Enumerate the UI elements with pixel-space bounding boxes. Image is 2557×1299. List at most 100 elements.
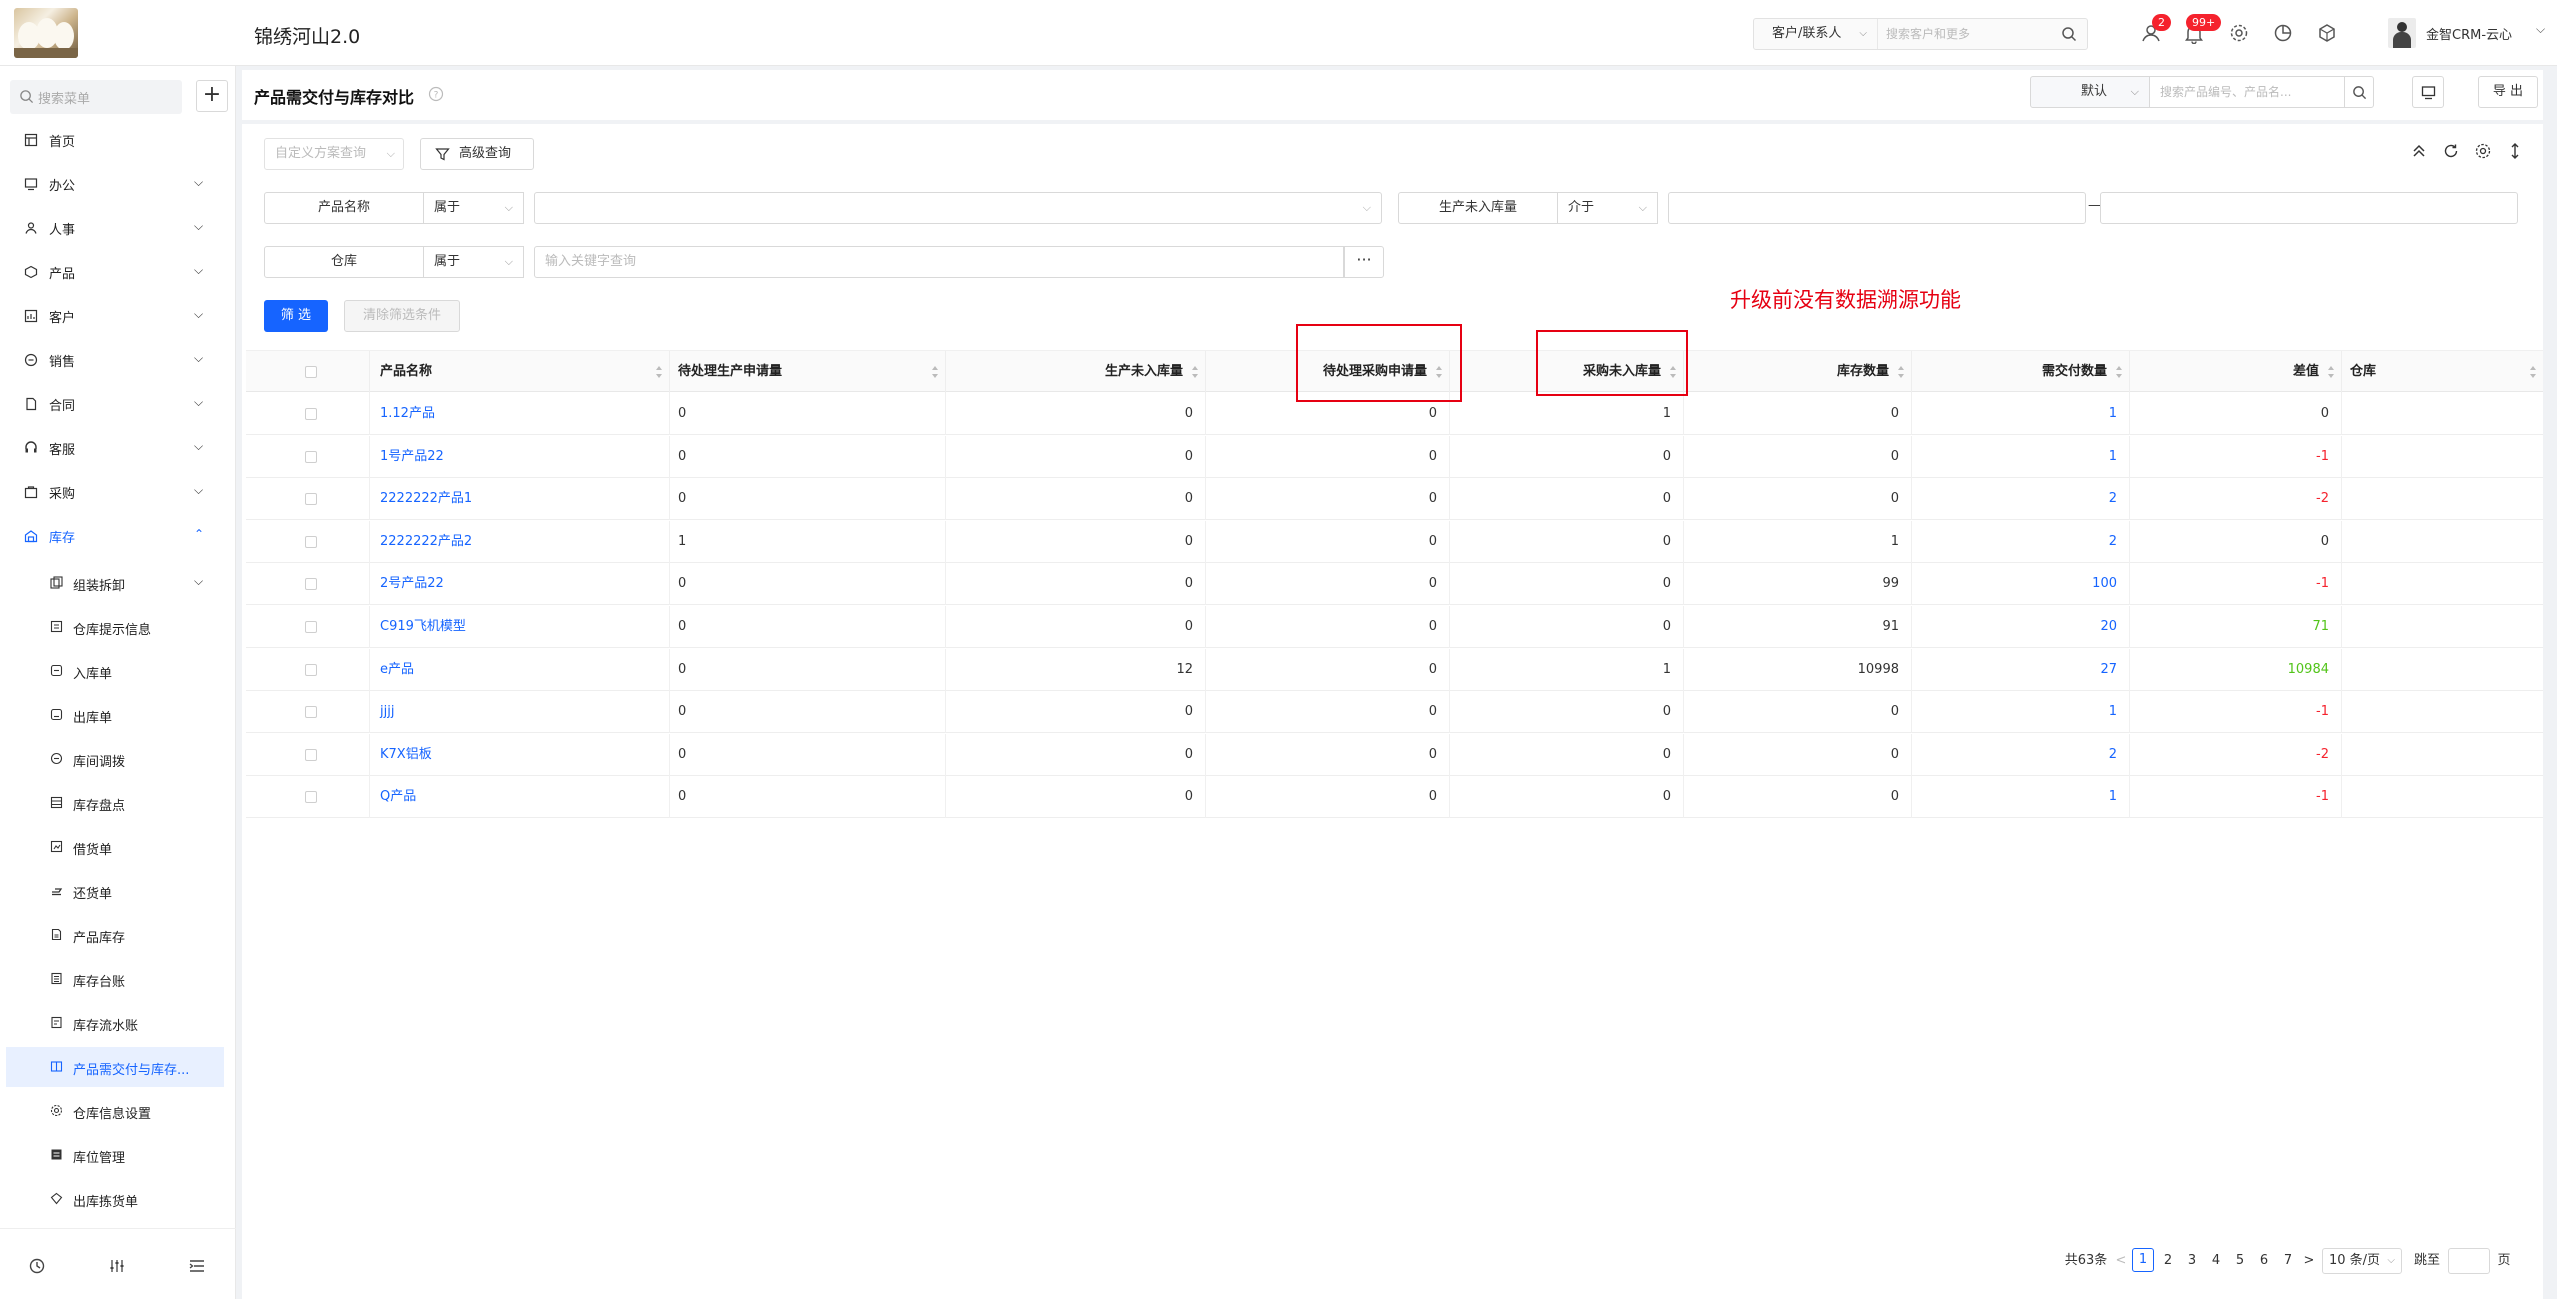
sort-icon[interactable]	[1897, 364, 1905, 380]
cell-delivery-qty[interactable]: 2	[1912, 520, 2130, 563]
more-options-button[interactable]: ···	[1344, 246, 1384, 278]
page-4[interactable]: 4	[2206, 1248, 2226, 1274]
row-checkbox[interactable]	[305, 663, 317, 676]
page-2[interactable]: 2	[2158, 1248, 2178, 1274]
cell-delivery-qty[interactable]: 2	[1912, 733, 2130, 776]
cell-delivery-qty[interactable]: 100	[1912, 563, 2130, 606]
refresh-icon[interactable]	[2442, 142, 2460, 160]
cell-product-name[interactable]: 2号产品22	[370, 563, 670, 606]
sub-item-outbound[interactable]: 出库单	[0, 695, 236, 735]
table-row[interactable]: K7X铝板 0 0 0 0 0 2 -2	[246, 733, 2543, 776]
cell-product-name[interactable]: Q产品	[370, 776, 670, 819]
product-search-button[interactable]	[2344, 76, 2374, 108]
row-checkbox[interactable]	[305, 408, 317, 420]
cell-delivery-qty[interactable]: 27	[1912, 648, 2130, 691]
col-pending-production[interactable]: 待处理生产申请量	[670, 351, 946, 393]
col-production-not-stocked[interactable]: 生产未入库量	[946, 351, 1206, 393]
print-button[interactable]	[2412, 76, 2444, 108]
sidebar-item-product[interactable]: 产品 ⌵	[0, 252, 236, 292]
table-row[interactable]: C919飞机模型 0 0 0 0 91 20 71	[246, 606, 2543, 648]
cell-delivery-qty[interactable]: 1	[1912, 776, 2130, 819]
row-checkbox[interactable]	[305, 535, 317, 548]
cell-delivery-qty[interactable]: 1	[1912, 435, 2130, 478]
sub-item-inbound[interactable]: 入库单	[0, 651, 236, 691]
help-icon[interactable]: ?	[428, 86, 444, 102]
sidebar-item-customer[interactable]: 客户 ⌵	[0, 296, 236, 336]
col-delivery-qty[interactable]: 需交付数量	[1912, 351, 2130, 393]
row-height-icon[interactable]	[2506, 142, 2524, 160]
next-page-button[interactable]: >	[2302, 1248, 2316, 1274]
cube-icon[interactable]	[2316, 22, 2338, 44]
sub-item-warehouse-settings[interactable]: 仓库信息设置	[0, 1091, 236, 1131]
sub-item-assemble[interactable]: 组装拆卸 ⌵	[0, 563, 236, 603]
sidebar-item-hr[interactable]: 人事 ⌵	[0, 208, 236, 248]
sub-item-transfer[interactable]: 库间调拨	[0, 739, 236, 779]
product-search-input[interactable]: 搜索产品编号、产品名...	[2149, 76, 2345, 108]
col-stock-qty[interactable]: 库存数量	[1684, 351, 1912, 393]
custom-scheme-select[interactable]: 自定义方案查询 ⌵	[264, 138, 404, 170]
row-checkbox[interactable]	[305, 578, 317, 591]
sort-icon[interactable]	[2327, 364, 2335, 380]
sidebar-item-contract[interactable]: 合同 ⌵	[0, 384, 236, 424]
cell-delivery-qty[interactable]: 1	[1912, 393, 2130, 435]
cell-product-name[interactable]: 1.12产品	[370, 393, 670, 435]
row-checkbox[interactable]	[305, 748, 317, 761]
row-checkbox[interactable]	[305, 450, 317, 463]
sort-icon[interactable]	[931, 364, 939, 380]
sub-item-journal[interactable]: 库存流水账	[0, 1003, 236, 1043]
col-product-name[interactable]: 产品名称	[370, 351, 670, 393]
cell-delivery-qty[interactable]: 1	[1912, 691, 2130, 734]
range-max-input[interactable]	[2100, 192, 2518, 224]
jump-page-input[interactable]	[2448, 1248, 2490, 1274]
avatar[interactable]	[2388, 18, 2416, 48]
sidebar-item-home[interactable]: 首页	[0, 120, 236, 160]
page-7[interactable]: 7	[2278, 1248, 2298, 1274]
export-button[interactable]: 导 出	[2478, 76, 2538, 108]
table-row[interactable]: 2号产品22 0 0 0 0 99 100 -1	[246, 563, 2543, 606]
global-search[interactable]: 客户/联系人 ⌵ 搜索客户和更多	[1753, 18, 2088, 50]
filter-op-product-name[interactable]: 属于 ⌵	[424, 192, 524, 224]
sort-icon[interactable]	[1191, 364, 1199, 380]
sub-item-ledger[interactable]: 库存台账	[0, 959, 236, 999]
cell-product-name[interactable]: e产品	[370, 648, 670, 691]
range-min-input[interactable]	[1668, 192, 2086, 224]
filter-field-production-not-stocked[interactable]: 生产未入库量	[1398, 192, 1558, 224]
sidebar-item-office[interactable]: 办公 ⌵	[0, 164, 236, 204]
cell-delivery-qty[interactable]: 20	[1912, 606, 2130, 648]
page-3[interactable]: 3	[2182, 1248, 2202, 1274]
page-size-select[interactable]: 10 条/页 ⌵	[2322, 1248, 2402, 1274]
chevron-down-icon[interactable]: ⌵	[2536, 22, 2545, 37]
filter-value-product-name[interactable]: ⌵	[534, 192, 1382, 224]
page-6[interactable]: 6	[2254, 1248, 2274, 1274]
table-row[interactable]: jjjj 0 0 0 0 0 1 -1	[246, 691, 2543, 734]
sort-icon[interactable]	[2529, 364, 2537, 380]
filter-field-product-name[interactable]: 产品名称	[264, 192, 424, 224]
cell-product-name[interactable]: K7X铝板	[370, 733, 670, 776]
menu-search-input[interactable]: 搜索菜单	[10, 80, 182, 114]
advanced-query-button[interactable]: 高级查询	[420, 138, 534, 170]
page-5[interactable]: 5	[2230, 1248, 2250, 1274]
collapse-up-icon[interactable]	[2410, 142, 2428, 160]
table-row[interactable]: Q产品 0 0 0 0 0 1 -1	[246, 776, 2543, 819]
sub-item-borrow[interactable]: 借货单	[0, 827, 236, 867]
prev-page-button[interactable]: <	[2114, 1248, 2128, 1274]
row-checkbox[interactable]	[305, 791, 317, 804]
table-row[interactable]: 1号产品22 0 0 0 0 0 1 -1	[246, 435, 2543, 478]
sub-item-product-stock[interactable]: 产品库存	[0, 915, 236, 955]
table-row[interactable]: 2222222产品2 1 0 0 0 1 2 0	[246, 520, 2543, 563]
cell-product-name[interactable]: C919飞机模型	[370, 606, 670, 648]
filter-button[interactable]: 筛 选	[264, 300, 328, 332]
sidebar-item-purchase[interactable]: 采购 ⌵	[0, 472, 236, 512]
collapse-menu-icon[interactable]	[188, 1257, 206, 1275]
warehouse-keyword-input[interactable]: 输入关键字查询	[534, 246, 1344, 278]
sidebar-item-sales[interactable]: 销售 ⌵	[0, 340, 236, 380]
row-checkbox[interactable]	[305, 493, 317, 506]
sub-item-location[interactable]: 库位管理	[0, 1135, 236, 1175]
table-row[interactable]: 2222222产品1 0 0 0 0 0 2 -2	[246, 478, 2543, 521]
col-warehouse[interactable]: 仓库	[2342, 351, 2543, 393]
add-icon[interactable]: +	[196, 80, 228, 112]
search-icon[interactable]	[2061, 26, 2077, 42]
chart-icon[interactable]	[2272, 22, 2294, 44]
search-type-select[interactable]: 客户/联系人 ⌵	[1754, 19, 1878, 49]
filter-field-warehouse[interactable]: 仓库	[264, 246, 424, 278]
